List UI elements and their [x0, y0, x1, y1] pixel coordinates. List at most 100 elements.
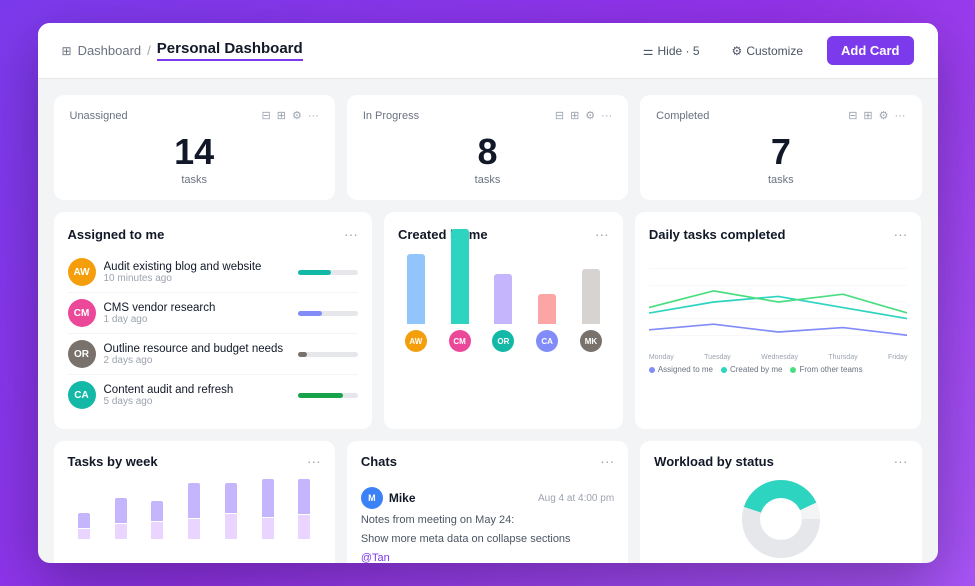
donut-chart-svg — [736, 479, 826, 559]
week-bar-top-1 — [115, 498, 127, 523]
stats-row: Unassigned ⊟ ⊞ ⚙ ··· 14 tasks In Progres… — [54, 95, 922, 200]
task-avatar-1: CM — [68, 299, 96, 327]
header-actions: ⚌ Hide · 5 ⚙ Customize Add Card — [635, 36, 914, 65]
week-bar-top-2 — [151, 501, 163, 521]
stat-filter-icon-2[interactable]: ⊟ — [848, 109, 857, 122]
breadcrumb: ⊞ Dashboard / Personal Dashboard — [62, 40, 303, 61]
hide-label: Hide · 5 — [658, 44, 700, 58]
created-chart: AW CM OR CA MK — [398, 252, 609, 352]
hide-button[interactable]: ⚌ Hide · 5 — [635, 39, 708, 63]
stat-expand-icon-1[interactable]: ⊞ — [570, 109, 579, 122]
chart-x-labels: Monday Tuesday Wednesday Thursday Friday — [649, 354, 908, 361]
created-by-me-panel: Created by me ··· AW CM OR CA MK — [384, 212, 623, 429]
stat-filter-icon-0[interactable]: ⊟ — [262, 109, 271, 122]
stat-number-2: 7 — [656, 134, 905, 170]
legend-assigned: Assigned to me — [649, 365, 713, 374]
x-label-tue: Tuesday — [704, 354, 731, 361]
legend-label-assigned: Assigned to me — [658, 365, 713, 374]
workload-panel: Workload by status ··· — [640, 441, 921, 563]
task-avatar-2: OR — [68, 340, 96, 368]
week-bar-group-3 — [178, 479, 211, 539]
breadcrumb-base[interactable]: Dashboard — [78, 43, 142, 58]
task-bar-fill-2 — [298, 352, 307, 357]
stat-number-1: 8 — [363, 134, 612, 170]
created-col-0: AW — [398, 254, 434, 352]
week-panel-menu[interactable]: ··· — [307, 453, 321, 469]
created-avatar-1: CM — [449, 330, 471, 352]
task-time-1: 1 day ago — [104, 314, 290, 325]
stat-more-icon-0[interactable]: ··· — [308, 110, 319, 122]
assigned-panel-menu[interactable]: ··· — [344, 226, 358, 242]
created-col-2: OR — [486, 274, 522, 352]
task-info-3: Content audit and refresh 5 days ago — [104, 384, 290, 407]
x-label-mon: Monday — [649, 354, 674, 361]
stat-more-icon-1[interactable]: ··· — [601, 110, 612, 122]
created-avatar-2: OR — [492, 330, 514, 352]
chat-user: M Mike — [361, 487, 416, 509]
created-avatar-3: CA — [536, 330, 558, 352]
assigned-panel-title: Assigned to me — [68, 227, 165, 242]
week-bar-bottom-2 — [151, 522, 163, 540]
task-progress-bar-1 — [298, 311, 358, 316]
created-bar-1 — [451, 229, 469, 324]
task-info-1: CMS vendor research 1 day ago — [104, 302, 290, 325]
task-list: AW Audit existing blog and website 10 mi… — [68, 252, 358, 415]
x-label-wed: Wednesday — [761, 354, 798, 361]
chat-message-2: Show more meta data on collapse sections — [361, 532, 614, 547]
task-item: CA Content audit and refresh 5 days ago — [68, 375, 358, 415]
task-info-2: Outline resource and budget needs 2 days… — [104, 343, 290, 366]
chat-mention[interactable]: @Tan — [361, 552, 390, 563]
assigned-to-me-panel: Assigned to me ··· AW Audit existing blo… — [54, 212, 372, 429]
add-card-button[interactable]: Add Card — [827, 36, 914, 65]
stat-filter-icon-1[interactable]: ⊟ — [555, 109, 564, 122]
daily-panel-menu[interactable]: ··· — [893, 226, 907, 242]
task-time-0: 10 minutes ago — [104, 273, 290, 284]
workload-panel-menu[interactable]: ··· — [894, 453, 908, 469]
task-avatar-3: CA — [68, 381, 96, 409]
task-info-0: Audit existing blog and website 10 minut… — [104, 261, 290, 284]
stat-label-0: Unassigned — [70, 110, 128, 122]
week-bar-top-0 — [78, 513, 90, 528]
task-item: AW Audit existing blog and website 10 mi… — [68, 252, 358, 293]
x-label-fri: Friday — [888, 354, 907, 361]
stat-expand-icon-0[interactable]: ⊞ — [277, 109, 286, 122]
chat-item: M Mike Aug 4 at 4:00 pm Notes from meeti… — [361, 479, 614, 563]
daily-panel-title: Daily tasks completed — [649, 227, 786, 242]
created-bar-0 — [407, 254, 425, 324]
customize-label: Customize — [746, 44, 803, 58]
legend-other: From other teams — [790, 365, 862, 374]
week-bar-top-3 — [188, 483, 200, 518]
task-name-3: Content audit and refresh — [104, 384, 290, 396]
week-panel-title: Tasks by week — [68, 454, 158, 469]
stat-unit-0: tasks — [70, 174, 319, 186]
chart-legend: Assigned to me Created by me From other … — [649, 365, 908, 374]
stat-card-1: In Progress ⊟ ⊞ ⚙ ··· 8 tasks — [347, 95, 628, 200]
panels-row: Assigned to me ··· AW Audit existing blo… — [54, 212, 922, 429]
workload-panel-title: Workload by status — [654, 454, 774, 469]
week-bar-group-4 — [215, 479, 248, 539]
hide-icon: ⚌ — [643, 44, 654, 58]
stat-expand-icon-2[interactable]: ⊞ — [863, 109, 872, 122]
daily-tasks-panel: Daily tasks completed ··· — [635, 212, 922, 429]
stat-more-icon-2[interactable]: ··· — [895, 110, 906, 122]
task-time-2: 2 days ago — [104, 355, 290, 366]
week-bar-top-4 — [225, 483, 237, 513]
created-panel-menu[interactable]: ··· — [595, 226, 609, 242]
chat-message-1: Notes from meeting on May 24: — [361, 513, 614, 528]
daily-chart-area — [649, 252, 908, 352]
week-bar-group-2 — [141, 479, 174, 539]
task-item: CM CMS vendor research 1 day ago — [68, 293, 358, 334]
legend-dot-other — [790, 367, 796, 373]
stat-settings-icon-2[interactable]: ⚙ — [879, 109, 889, 122]
created-col-4: MK — [573, 269, 609, 352]
chats-panel: Chats ··· M Mike Aug 4 at 4:00 pm Notes … — [347, 441, 628, 563]
stat-settings-icon-1[interactable]: ⚙ — [585, 109, 595, 122]
chats-panel-title: Chats — [361, 454, 397, 469]
chats-panel-menu[interactable]: ··· — [600, 453, 614, 469]
customize-button[interactable]: ⚙ Customize — [724, 39, 811, 63]
task-bar-fill-0 — [298, 270, 331, 275]
stat-card-2: Completed ⊟ ⊞ ⚙ ··· 7 tasks — [640, 95, 921, 200]
stat-settings-icon-0[interactable]: ⚙ — [292, 109, 302, 122]
week-bar-bottom-5 — [262, 518, 274, 539]
daily-chart-svg — [649, 252, 908, 352]
